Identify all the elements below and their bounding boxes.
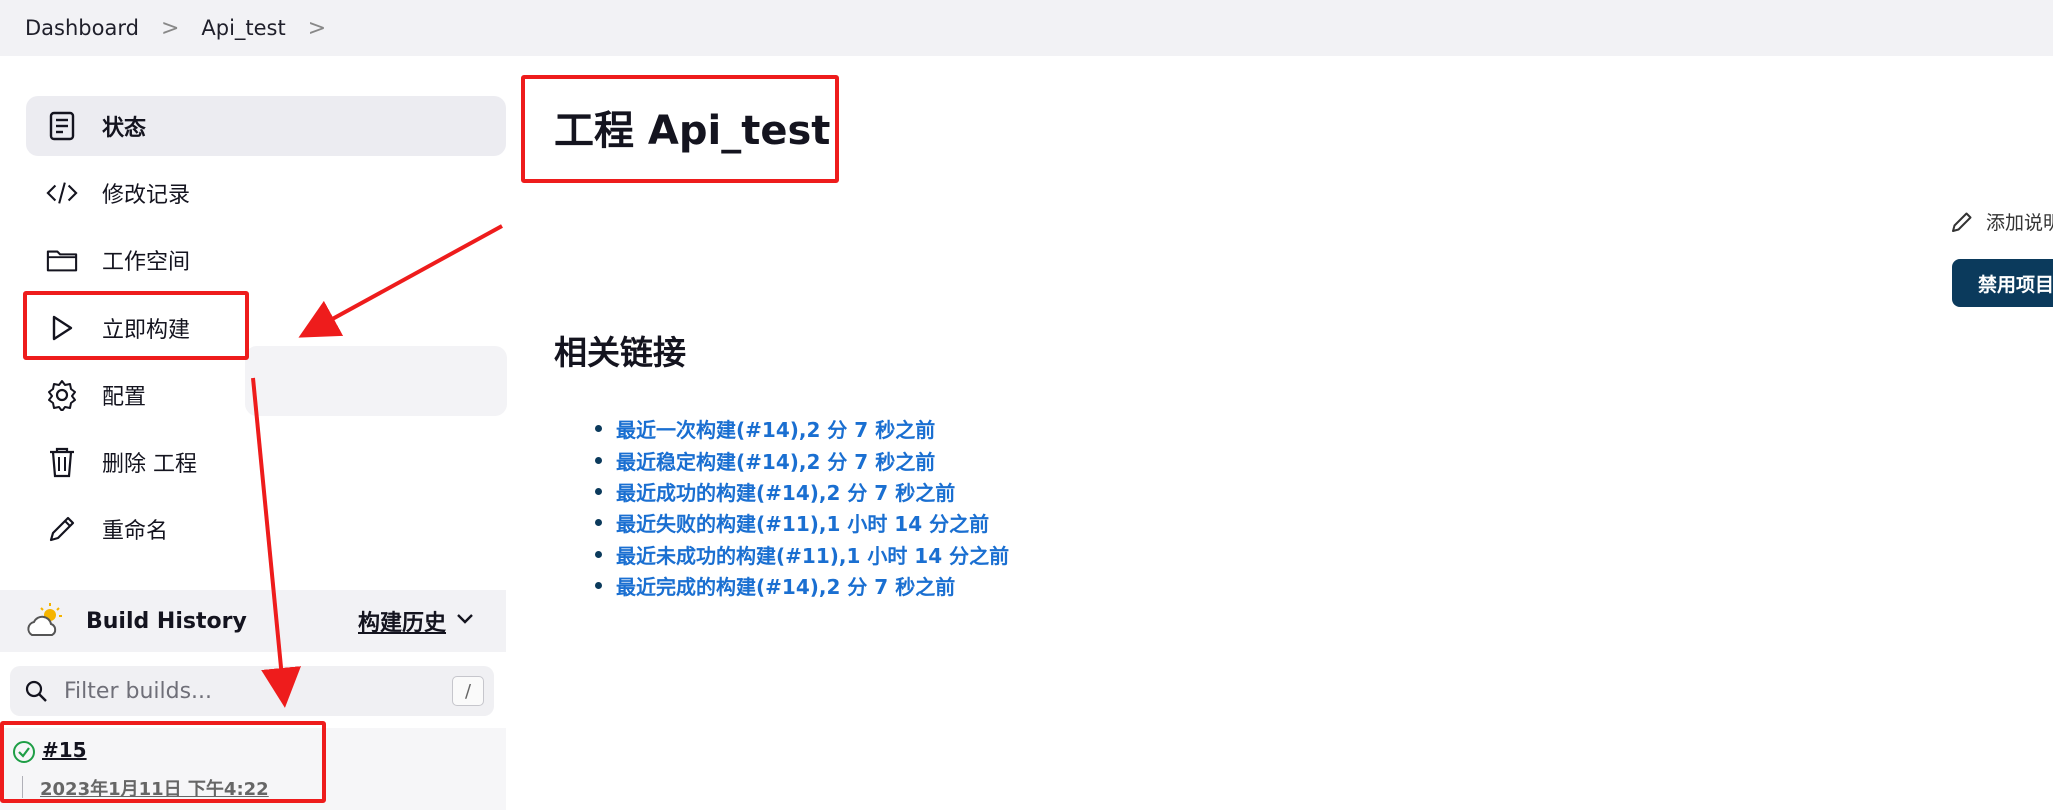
task-label: 修改记录 bbox=[102, 183, 191, 208]
build-history-header: Build History 构建历史 bbox=[0, 590, 506, 652]
list-item: 最近完成的构建(#14),2 分 7 秒之前 bbox=[595, 570, 1009, 601]
list-item: 最近一次构建(#14),2 分 7 秒之前 bbox=[595, 413, 1009, 444]
task-label: 工作空间 bbox=[102, 250, 191, 275]
filter-builds-input[interactable] bbox=[62, 677, 426, 705]
pencil-icon bbox=[1952, 212, 1972, 232]
task-label: 重命名 bbox=[102, 519, 169, 544]
annotation-box-build-now bbox=[23, 291, 249, 360]
last-unsuccessful-build-link[interactable]: 最近未成功的构建(#11),1 小时 14 分之前 bbox=[616, 540, 1009, 569]
breadcrumb: Dashboard > Api_test > bbox=[0, 0, 2053, 56]
list-item: 最近未成功的构建(#11),1 小时 14 分之前 bbox=[595, 539, 1009, 570]
related-links-title: 相关链接 bbox=[554, 333, 686, 372]
task-workspace[interactable]: 工作空间 bbox=[26, 230, 506, 290]
task-label: 删除 工程 bbox=[102, 452, 197, 477]
task-configure[interactable]: 配置 bbox=[26, 365, 506, 425]
task-label: 状态 bbox=[102, 116, 147, 141]
gear-icon bbox=[46, 379, 78, 411]
task-status[interactable]: 状态 bbox=[26, 96, 506, 156]
breadcrumb-separator: > bbox=[160, 15, 180, 41]
last-build-link[interactable]: 最近一次构建(#14),2 分 7 秒之前 bbox=[616, 414, 935, 443]
related-links-list: 最近一次构建(#14),2 分 7 秒之前 最近稳定构建(#14),2 分 7 … bbox=[595, 413, 1009, 601]
list-item: 最近成功的构建(#14),2 分 7 秒之前 bbox=[595, 476, 1009, 507]
add-description-label: 添加说明 bbox=[1986, 212, 2053, 234]
chevron-down-icon[interactable] bbox=[455, 608, 475, 634]
list-item: 最近稳定构建(#14),2 分 7 秒之前 bbox=[595, 444, 1009, 475]
disable-project-button[interactable]: 禁用项目 bbox=[1952, 259, 2053, 307]
build-history-title: Build History bbox=[86, 608, 247, 634]
list-item: 最近失败的构建(#11),1 小时 14 分之前 bbox=[595, 507, 1009, 538]
annotation-box-latest-build bbox=[0, 721, 326, 803]
breadcrumb-api-test[interactable]: Api_test bbox=[201, 16, 285, 40]
bullet bbox=[595, 487, 602, 495]
bullet bbox=[595, 456, 602, 464]
annotation-box-title bbox=[521, 75, 839, 183]
bullet bbox=[595, 425, 602, 433]
breadcrumb-dashboard[interactable]: Dashboard bbox=[25, 16, 139, 40]
add-description-link[interactable]: 添加说明 bbox=[1950, 208, 2053, 235]
trash-icon bbox=[46, 446, 78, 478]
bullet bbox=[595, 519, 602, 527]
build-trend-link[interactable]: 构建历史 bbox=[358, 605, 446, 637]
search-icon bbox=[24, 679, 48, 703]
weather-cloud-sun-icon bbox=[24, 601, 64, 641]
breadcrumb-separator[interactable]: > bbox=[308, 16, 326, 41]
pencil-icon bbox=[46, 513, 78, 545]
task-changes[interactable]: 修改记录 bbox=[26, 163, 506, 223]
status-document-icon bbox=[46, 110, 78, 142]
task-rename[interactable]: 重命名 bbox=[26, 499, 506, 559]
task-label: 配置 bbox=[102, 385, 147, 410]
code-icon bbox=[46, 177, 78, 209]
task-delete-project[interactable]: 删除 工程 bbox=[26, 432, 506, 492]
last-failed-build-link[interactable]: 最近失败的构建(#11),1 小时 14 分之前 bbox=[616, 508, 989, 537]
keyboard-shortcut-hint: / bbox=[452, 676, 484, 706]
last-stable-build-link[interactable]: 最近稳定构建(#14),2 分 7 秒之前 bbox=[616, 446, 935, 475]
folder-icon bbox=[46, 244, 78, 276]
last-completed-build-link[interactable]: 最近完成的构建(#14),2 分 7 秒之前 bbox=[616, 571, 955, 600]
bullet bbox=[595, 582, 602, 590]
bullet bbox=[595, 550, 602, 558]
filter-builds: / bbox=[10, 666, 494, 716]
last-successful-build-link[interactable]: 最近成功的构建(#14),2 分 7 秒之前 bbox=[616, 477, 955, 506]
